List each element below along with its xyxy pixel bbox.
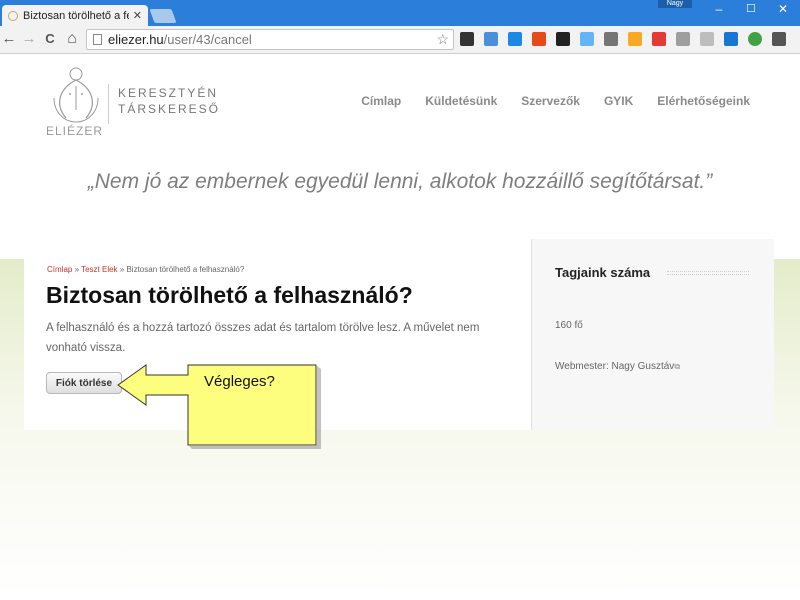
webmaster-label: Webmester: (555, 361, 612, 372)
page-icon (93, 34, 102, 45)
nav-item-kuldetesunk[interactable]: Küldetésünk (425, 94, 497, 108)
webmaster-link[interactable]: Nagy Gusztáv (612, 361, 675, 372)
member-count: 160 fő (555, 320, 583, 331)
nav-item-cimlap[interactable]: Címlap (361, 94, 401, 108)
extension-7-icon[interactable] (604, 32, 618, 46)
profile-button[interactable]: Nagy (658, 0, 692, 8)
forward-icon[interactable]: → (20, 30, 38, 48)
extension-4-icon[interactable] (532, 32, 546, 46)
sidebar-title-rule (667, 271, 749, 275)
browser-toolbar: ← → C ⌂ eliezer.hu/user/43/cancel ☆ (0, 26, 800, 54)
url-host: eliezer.hu (108, 32, 164, 47)
breadcrumb: Címlap » Teszt Elek » Biztosan törölhető… (47, 265, 244, 274)
breadcrumb-user-link[interactable]: Teszt Elek (81, 265, 117, 274)
extension-10-icon[interactable] (676, 32, 690, 46)
page-title: Biztosan törölhető a felhasználó? (46, 282, 413, 308)
site-quote: „Nem jó az embernek egyedül lenni, alkot… (87, 170, 713, 193)
address-bar[interactable]: eliezer.hu/user/43/cancel ☆ (86, 29, 454, 50)
new-tab-button[interactable] (149, 9, 177, 23)
breadcrumb-separator: » (72, 265, 82, 274)
breadcrumb-current: Biztosan törölhető a felhasználó? (126, 265, 245, 274)
delete-account-button[interactable]: Fiók törlése (46, 372, 122, 394)
browser-tab[interactable]: Biztosan törölhető a felha ✕ (2, 5, 148, 26)
extension-13-icon[interactable] (748, 32, 762, 46)
site-favicon-icon (8, 10, 18, 21)
main-navigation: Címlap Küldetésünk Szervezők GYIK Elérhe… (361, 94, 750, 108)
page-content: KERESZTYÉN TÁRSKERESŐ ELIÉZER Címlap Kül… (0, 54, 800, 600)
back-icon[interactable]: ← (0, 30, 18, 48)
extension-8-icon[interactable] (628, 32, 642, 46)
external-link-icon: ⧉ (674, 362, 681, 371)
extension-9-icon[interactable] (652, 32, 666, 46)
browser-titlebar: Biztosan törölhető a felha ✕ Nagy – ☐ ✕ (0, 0, 800, 26)
minimize-button[interactable]: – (704, 0, 734, 20)
maximize-button[interactable]: ☐ (736, 0, 766, 20)
sidebar-title: Tagjaink száma (555, 265, 651, 280)
logo-line-2: TÁRSKERESŐ (118, 102, 221, 116)
site-logo[interactable]: KERESZTYÉN TÁRSKERESŐ ELIÉZER (46, 64, 218, 138)
extension-3-icon[interactable] (508, 32, 522, 46)
logo-emblem-icon (53, 67, 99, 123)
nav-item-szervezok[interactable]: Szervezők (521, 94, 580, 108)
extension-5-icon[interactable] (556, 32, 570, 46)
extension-6-icon[interactable] (580, 32, 594, 46)
logo-line-1: KERESZTYÉN (118, 86, 219, 100)
extension-2-icon[interactable] (484, 32, 498, 46)
nav-item-elerhetosegeink[interactable]: Elérhetőségeink (657, 94, 750, 108)
logo-word: ELIÉZER (46, 124, 104, 138)
tab-title: Biztosan törölhető a felha (23, 9, 129, 22)
extension-1-icon[interactable] (460, 32, 474, 46)
extension-14-icon[interactable] (772, 32, 786, 46)
bookmark-star-icon[interactable]: ☆ (436, 30, 449, 49)
nav-item-gyik[interactable]: GYIK (604, 94, 633, 108)
tab-close-icon[interactable]: ✕ (133, 9, 142, 22)
webmaster-line: Webmester: Nagy Gusztáv⧉ (555, 361, 680, 372)
warning-text: A felhasználó és a hozzá tartozó összes … (46, 322, 480, 354)
url-path: /user/43/cancel (163, 32, 252, 47)
breadcrumb-home-link[interactable]: Címlap (47, 265, 72, 274)
extension-12-icon[interactable] (724, 32, 738, 46)
sidebar: Tagjaink száma 160 fő Webmester: Nagy Gu… (531, 239, 774, 430)
extension-11-icon[interactable] (700, 32, 714, 46)
callout-text: Végleges? (204, 373, 275, 390)
logo-divider (108, 84, 109, 124)
home-icon[interactable]: ⌂ (63, 30, 81, 48)
close-window-button[interactable]: ✕ (768, 0, 798, 20)
reload-icon[interactable]: C (41, 30, 59, 48)
